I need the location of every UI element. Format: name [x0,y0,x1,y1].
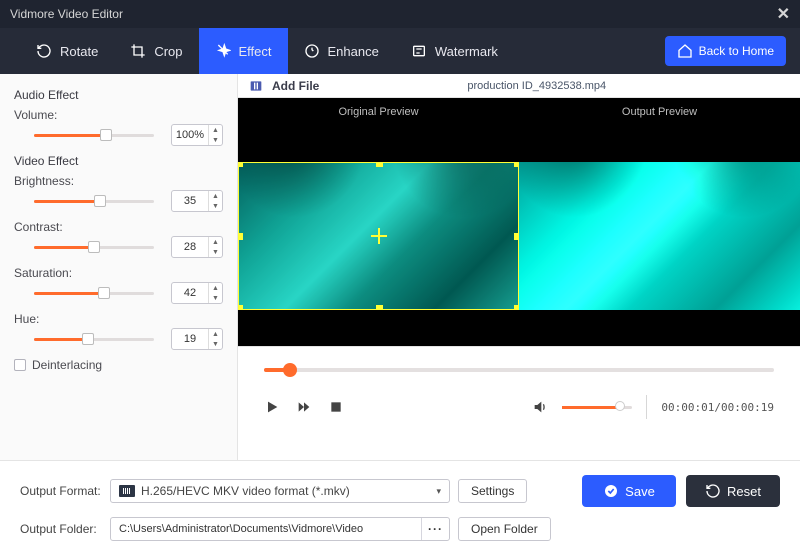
playback-controls: 00:00:01/00:00:19 [238,346,800,460]
saturation-spinbox[interactable]: 42▲▼ [171,282,223,304]
close-icon[interactable]: ✕ [777,4,790,24]
volume-spinbox[interactable]: 100%▲▼ [171,124,223,146]
video-section-header: Video Effect [14,154,223,168]
home-icon [677,43,693,59]
chevron-up-icon[interactable]: ▲ [209,125,222,135]
back-home-label: Back to Home [699,44,774,58]
toolbar: Rotate Crop Effect Enhance Watermark Bac… [0,28,800,74]
chevron-down-icon[interactable]: ▼ [209,135,222,145]
play-icon[interactable] [264,399,280,415]
output-folder-value: C:\Users\Administrator\Documents\Vidmore… [111,523,421,535]
timeline-thumb[interactable] [283,363,297,377]
deinterlacing-checkbox[interactable]: Deinterlacing [14,358,223,372]
saturation-label: Saturation: [14,266,223,280]
open-folder-button[interactable]: Open Folder [458,517,551,541]
volume-icon[interactable] [532,399,548,415]
current-filename: production ID_4932538.mp4 [467,80,606,92]
timeline-slider[interactable] [264,363,774,377]
tab-enhance-label: Enhance [328,44,379,59]
hue-slider[interactable] [14,332,163,346]
saturation-slider[interactable] [14,286,163,300]
deinterlacing-label: Deinterlacing [32,358,102,372]
chevron-down-icon[interactable]: ▼ [209,201,222,211]
output-format-label: Output Format: [20,484,102,498]
reset-icon [705,483,721,499]
tab-watermark[interactable]: Watermark [395,28,514,74]
bottom-panel: Output Format: H.265/HEVC MKV video form… [0,460,800,554]
titlebar: Vidmore Video Editor ✕ [0,0,800,28]
output-preview-pane [519,126,800,346]
add-file-bar: Add File production ID_4932538.mp4 [238,74,800,98]
chevron-up-icon[interactable]: ▲ [209,237,222,247]
settings-button[interactable]: Settings [458,479,527,503]
fast-forward-icon[interactable] [296,399,312,415]
volume-slider[interactable] [14,128,163,142]
tab-rotate[interactable]: Rotate [20,28,114,74]
contrast-spinbox[interactable]: 28▲▼ [171,236,223,258]
add-file-icon[interactable] [248,78,264,94]
tab-rotate-label: Rotate [60,44,98,59]
brightness-label: Brightness: [14,174,223,188]
stop-icon[interactable] [328,399,344,415]
save-label: Save [625,484,655,499]
chevron-up-icon[interactable]: ▲ [209,329,222,339]
chevron-down-icon[interactable]: ▼ [209,339,222,349]
effect-icon [215,43,231,59]
volume-label: Volume: [14,108,223,122]
crop-icon [130,43,146,59]
original-preview-header: Original Preview [238,98,519,126]
brightness-slider[interactable] [14,194,163,208]
enhance-icon [304,43,320,59]
timecode: 00:00:01/00:00:19 [661,401,774,414]
save-button[interactable]: Save [582,475,676,507]
rotate-icon [36,43,52,59]
chevron-down-icon[interactable]: ▼ [209,247,222,257]
brightness-spinbox[interactable]: 35▲▼ [171,190,223,212]
format-icon [119,485,135,497]
reset-label: Reset [727,484,761,499]
output-folder-input[interactable]: C:\Users\Administrator\Documents\Vidmore… [110,517,450,541]
chevron-down-icon[interactable]: ▼ [209,293,222,303]
chevron-down-icon: ▾ [436,486,441,497]
add-file-button[interactable]: Add File [272,79,319,93]
chevron-up-icon[interactable]: ▲ [209,191,222,201]
reset-button[interactable]: Reset [686,475,780,507]
effects-sidebar: Audio Effect Volume: 100%▲▼ Video Effect… [0,74,238,460]
preview-area: Add File production ID_4932538.mp4 Origi… [238,74,800,460]
chevron-up-icon[interactable]: ▲ [209,283,222,293]
tab-effect-label: Effect [239,44,272,59]
app-title: Vidmore Video Editor [10,7,123,21]
hue-spinbox[interactable]: 19▲▼ [171,328,223,350]
audio-section-header: Audio Effect [14,88,223,102]
checkbox-icon [14,359,26,371]
check-circle-icon [603,483,619,499]
tab-enhance[interactable]: Enhance [288,28,395,74]
tab-effect[interactable]: Effect [199,28,288,74]
output-preview-header: Output Preview [519,98,800,126]
output-format-value: H.265/HEVC MKV video format (*.mkv) [141,484,350,498]
playback-volume-slider[interactable] [562,402,632,412]
watermark-icon [411,43,427,59]
back-home-button[interactable]: Back to Home [665,36,786,66]
tab-watermark-label: Watermark [435,44,498,59]
browse-button[interactable]: ··· [421,518,449,540]
tab-crop-label: Crop [154,44,182,59]
divider [646,395,647,419]
contrast-label: Contrast: [14,220,223,234]
original-preview-pane[interactable] [238,126,519,346]
hue-label: Hue: [14,312,223,326]
contrast-slider[interactable] [14,240,163,254]
output-folder-label: Output Folder: [20,522,102,536]
tab-crop[interactable]: Crop [114,28,198,74]
output-format-select[interactable]: H.265/HEVC MKV video format (*.mkv) ▾ [110,479,450,503]
